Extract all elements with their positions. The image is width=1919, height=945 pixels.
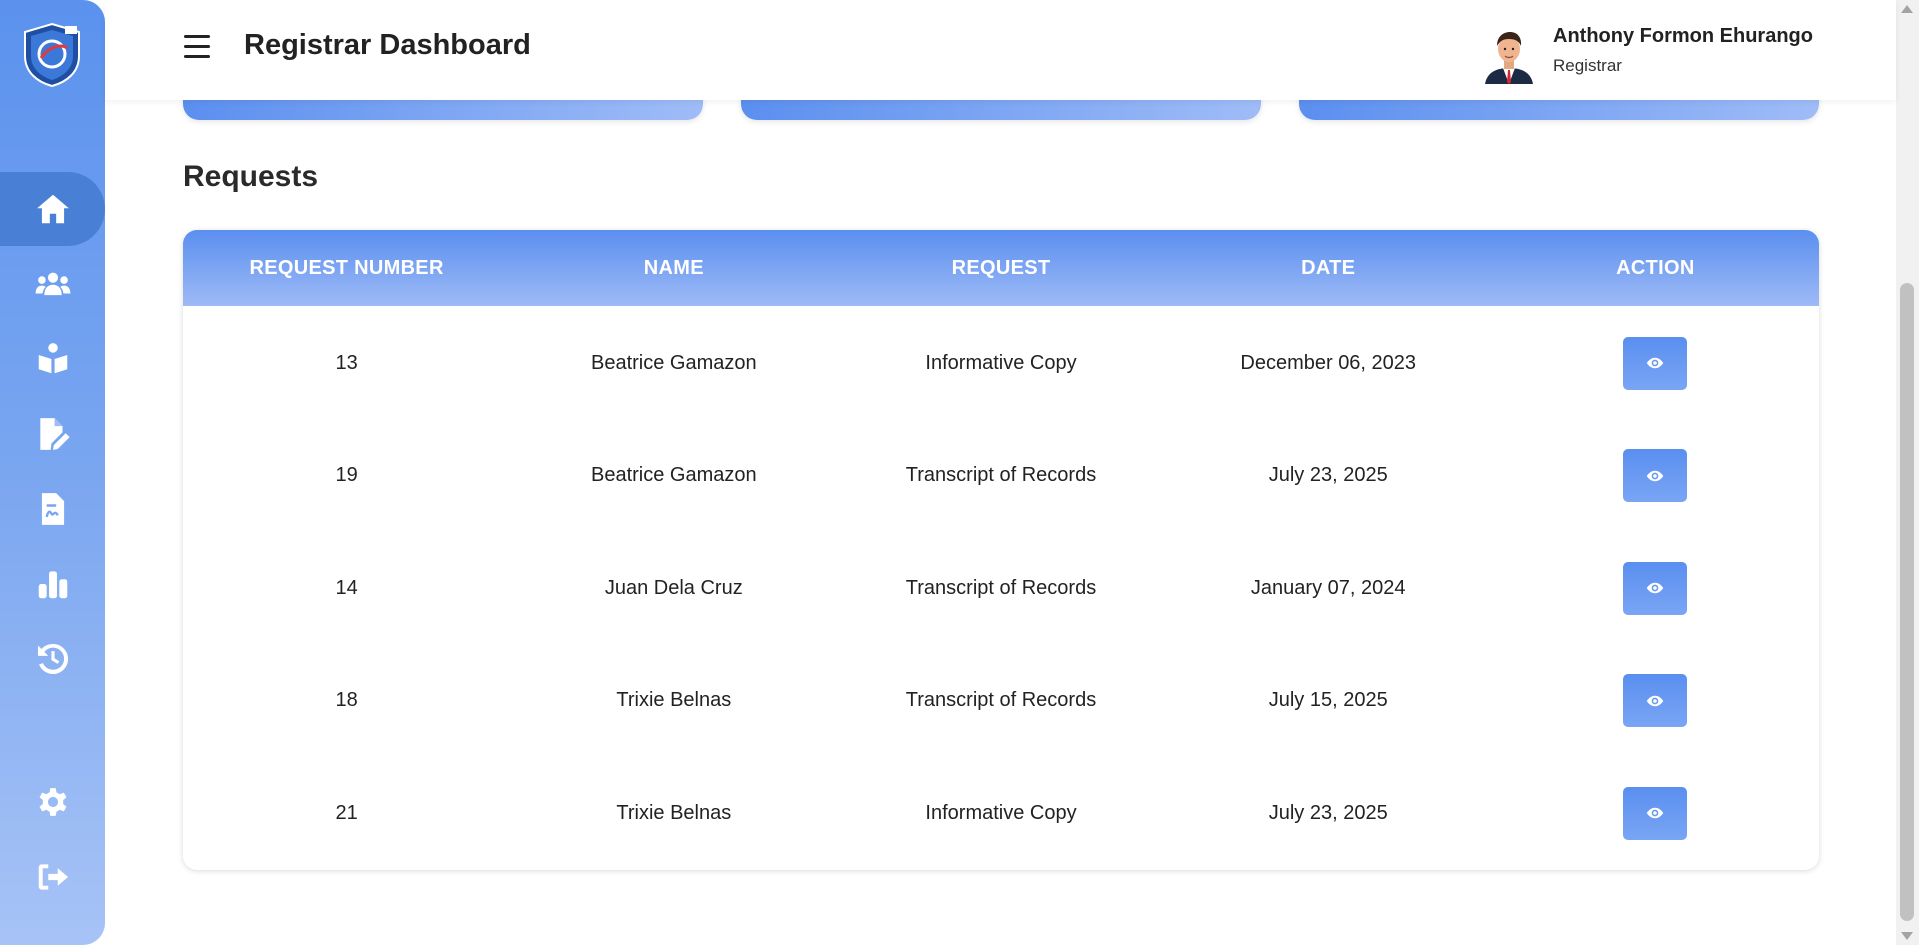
scroll-up-arrow-icon[interactable] xyxy=(1901,5,1913,13)
logout-icon xyxy=(38,864,68,890)
eye-icon xyxy=(1647,470,1664,481)
cell-date: July 23, 2025 xyxy=(1268,801,1388,824)
avatar xyxy=(1485,32,1533,84)
cell-date: December 06, 2023 xyxy=(1240,351,1417,374)
column-header-request: REQUEST xyxy=(951,256,1051,279)
sidebar-item-readers[interactable] xyxy=(0,322,105,396)
cell-request-number: 13 xyxy=(335,351,358,374)
table-row: 21 Trixie Belnas Informative Copy July 2… xyxy=(183,757,1819,870)
cell-date: July 15, 2025 xyxy=(1268,689,1388,712)
cell-request-number: 18 xyxy=(335,689,358,712)
view-request-button[interactable] xyxy=(1623,449,1688,503)
user-role: Registrar xyxy=(1553,56,1622,75)
cell-name: Juan Dela Cruz xyxy=(604,576,743,599)
cell-request: Informative Copy xyxy=(925,351,1077,374)
cell-request-number: 14 xyxy=(335,576,358,599)
user-name: Anthony Formon Ehurango xyxy=(1553,25,1813,47)
table-body: 13 Beatrice Gamazon Informative Copy Dec… xyxy=(183,307,1819,870)
sidebar-item-file-edit[interactable] xyxy=(0,397,105,471)
table-row: 13 Beatrice Gamazon Informative Copy Dec… xyxy=(183,307,1819,420)
requests-table: REQUEST NUMBER NAME REQUEST DATE ACTION … xyxy=(183,230,1819,870)
column-header-request-number: REQUEST NUMBER xyxy=(249,256,444,279)
hamburger-menu-button[interactable] xyxy=(184,35,210,61)
cell-name: Trixie Belnas xyxy=(616,801,732,824)
column-header-action: ACTION xyxy=(1616,256,1695,279)
sidebar-item-charts[interactable] xyxy=(0,547,105,621)
menu-bar xyxy=(184,35,210,38)
eye-icon xyxy=(1647,358,1664,369)
column-header-date: DATE xyxy=(1301,256,1356,279)
cell-request-number: 21 xyxy=(335,801,358,824)
view-request-button[interactable] xyxy=(1623,674,1688,728)
cell-request: Informative Copy xyxy=(925,801,1077,824)
menu-bar xyxy=(184,55,210,58)
cell-name: Beatrice Gamazon xyxy=(590,351,757,374)
users-icon xyxy=(35,272,70,296)
reader-icon xyxy=(38,343,67,374)
home-icon xyxy=(36,194,69,224)
sidebar-item-settings[interactable] xyxy=(0,765,105,839)
user-profile[interactable]: Anthony Formon Ehurango Registrar xyxy=(1481,22,1861,84)
requests-title: Requests xyxy=(183,160,319,193)
page-title: Registrar Dashboard xyxy=(244,29,531,61)
cell-date: January 07, 2024 xyxy=(1250,576,1406,599)
sidebar-item-logout[interactable] xyxy=(0,840,105,914)
history-icon xyxy=(37,643,68,675)
cell-action xyxy=(1492,674,1819,728)
cell-name: Trixie Belnas xyxy=(616,689,732,712)
column-header-name: NAME xyxy=(643,256,704,279)
chart-icon xyxy=(38,571,67,599)
cell-request-number: 19 xyxy=(335,464,358,487)
eye-icon xyxy=(1647,583,1664,594)
menu-bar xyxy=(184,45,210,48)
top-header: Registrar Dashboard Anthony Formon Ehura… xyxy=(105,0,1896,100)
cell-action xyxy=(1492,786,1819,840)
cell-name: Beatrice Gamazon xyxy=(590,464,757,487)
cell-request: Transcript of Records xyxy=(905,464,1097,487)
eye-icon xyxy=(1647,695,1664,706)
file-edit-icon xyxy=(39,418,70,450)
cell-action xyxy=(1492,336,1819,390)
vertical-scrollbar[interactable] xyxy=(1896,0,1919,945)
sidebar-item-file-signature[interactable] xyxy=(0,472,105,546)
cell-date: July 23, 2025 xyxy=(1268,464,1388,487)
table-row: 14 Juan Dela Cruz Transcript of Records … xyxy=(183,532,1819,645)
cell-action xyxy=(1492,449,1819,503)
scroll-down-arrow-icon[interactable] xyxy=(1901,932,1913,940)
cell-request: Transcript of Records xyxy=(905,689,1097,712)
scroll-thumb[interactable] xyxy=(1900,283,1914,921)
sidebar-item-users[interactable] xyxy=(0,247,105,321)
table-row: 18 Trixie Belnas Transcript of Records J… xyxy=(183,645,1819,758)
school-logo xyxy=(24,22,80,88)
file-signature-icon xyxy=(41,493,64,525)
sidebar xyxy=(0,0,105,945)
table-header: REQUEST NUMBER NAME REQUEST DATE ACTION xyxy=(183,230,1819,306)
table-row: 19 Beatrice Gamazon Transcript of Record… xyxy=(183,420,1819,533)
view-request-button[interactable] xyxy=(1623,786,1688,840)
gear-icon xyxy=(39,788,66,816)
cell-action xyxy=(1492,561,1819,615)
sidebar-item-home[interactable] xyxy=(0,172,105,246)
eye-icon xyxy=(1647,808,1664,819)
view-request-button[interactable] xyxy=(1623,336,1688,390)
sidebar-item-history[interactable] xyxy=(0,622,105,696)
cell-request: Transcript of Records xyxy=(905,576,1097,599)
view-request-button[interactable] xyxy=(1623,561,1688,615)
